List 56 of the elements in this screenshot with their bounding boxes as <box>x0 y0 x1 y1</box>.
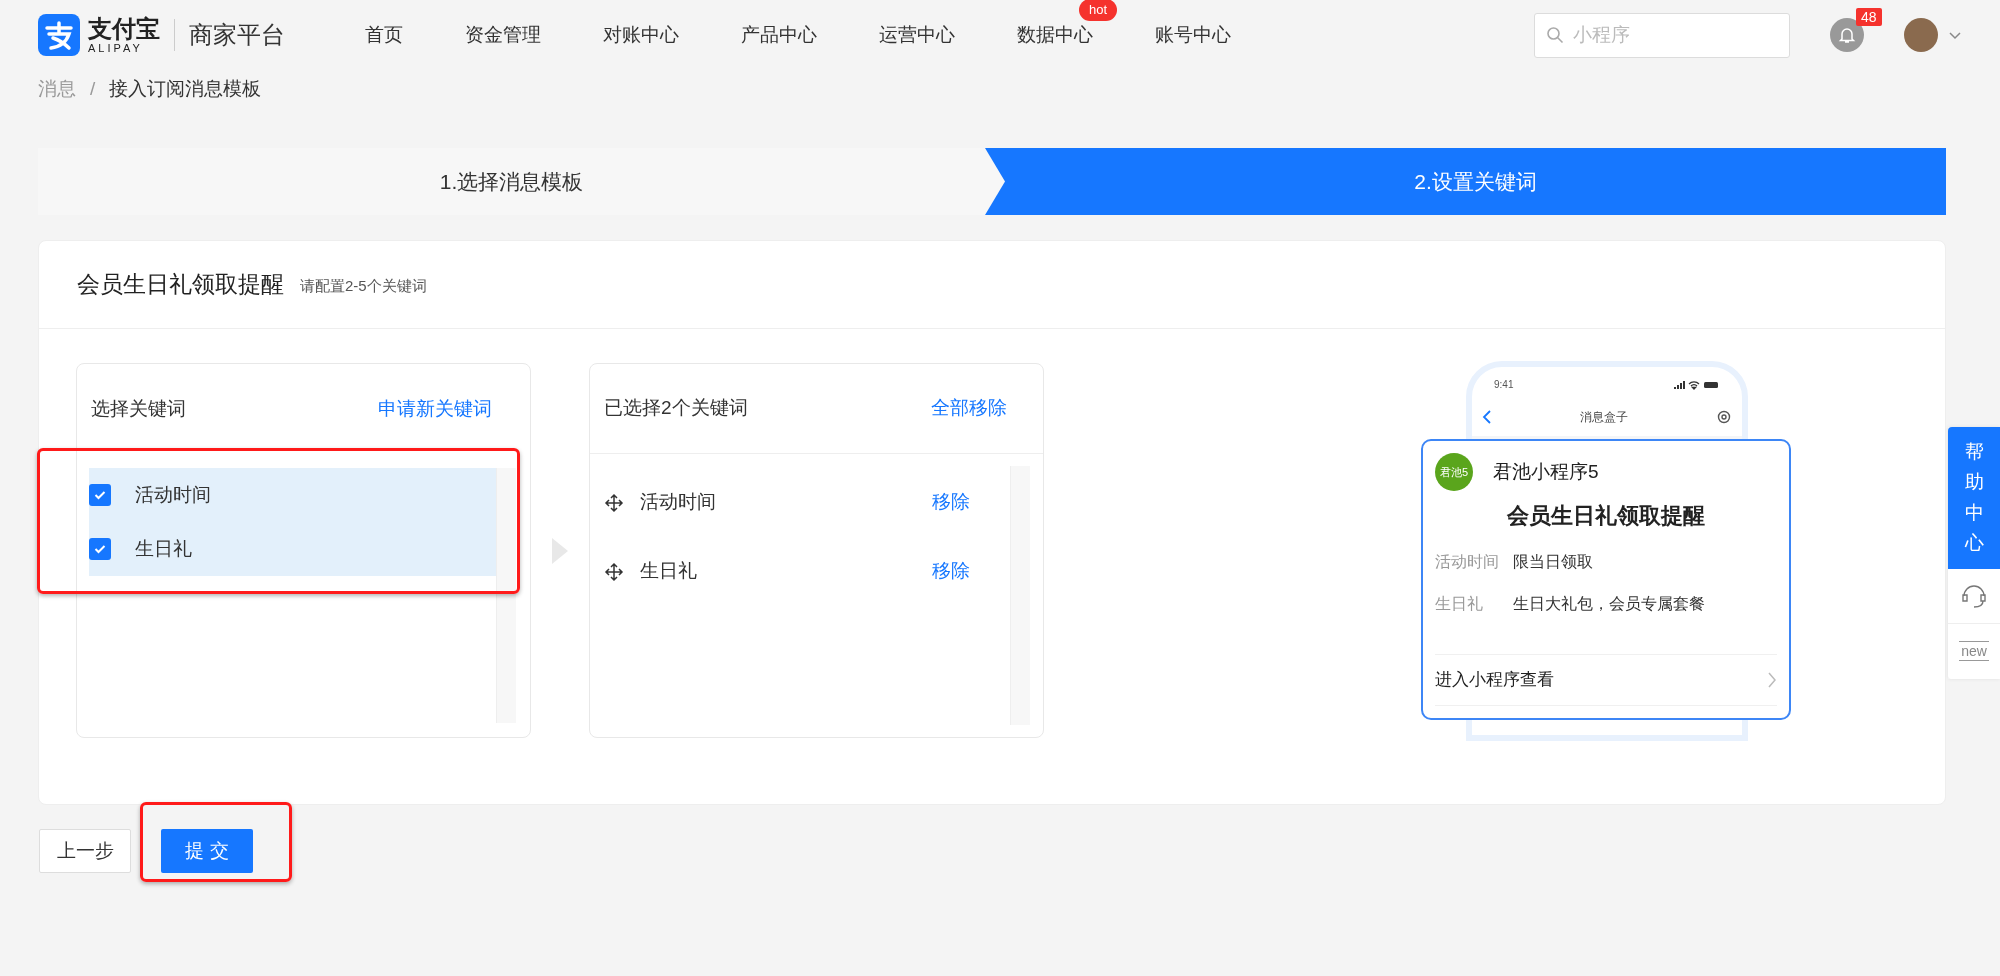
scrollbar[interactable] <box>496 468 516 723</box>
card-hint: 请配置2-5个关键词 <box>300 276 427 297</box>
headset-icon[interactable] <box>1960 582 1988 609</box>
message-title: 会员生日礼领取提醒 <box>1506 502 1706 530</box>
nav-link[interactable]: 账号中心 <box>1155 23 1231 45</box>
hot-badge: hot <box>1079 0 1118 21</box>
drag-handle-icon[interactable] <box>604 561 624 582</box>
remove-link[interactable]: 移除 <box>932 557 970 586</box>
phone-screen-title: 消息盒子 <box>1580 409 1628 426</box>
keyword-label: 生日礼 <box>640 559 697 584</box>
logo-icon <box>38 14 80 56</box>
settings-icon[interactable] <box>1716 409 1732 425</box>
brand-name: 支付宝 <box>88 16 160 41</box>
drag-handle-icon[interactable] <box>604 492 624 513</box>
nav-link[interactable]: 运营中心 <box>879 23 955 45</box>
submit-button[interactable]: 提 交 <box>161 829 253 873</box>
bell-icon <box>1838 26 1856 44</box>
brand-subtitle: ALIPAY <box>88 42 144 54</box>
field-value: 限当日领取 <box>1513 552 1593 572</box>
nav-link[interactable]: 资金管理 <box>465 23 541 45</box>
nav-link[interactable]: 数据中心 <box>1017 23 1093 45</box>
notification-count: 48 <box>1856 8 1882 26</box>
panel-title: 选择关键词 <box>91 396 186 421</box>
app-avatar: 君池5 <box>1435 453 1473 491</box>
nav-link[interactable]: 首页 <box>365 23 403 45</box>
keyword-label: 活动时间 <box>640 490 716 515</box>
checkbox[interactable] <box>89 484 111 506</box>
open-miniprogram-link[interactable]: 进入小程序查看 <box>1435 667 1554 693</box>
apply-keyword-link[interactable]: 申请新关键词 <box>378 394 492 424</box>
previous-step-button[interactable]: 上一步 <box>39 829 131 873</box>
status-time: 9:41 <box>1494 378 1514 392</box>
search-field[interactable]: 小程序 <box>1534 12 1790 58</box>
nav-link[interactable]: 对账中心 <box>603 23 679 45</box>
step-tab[interactable]: 2.设置关键词 <box>1005 148 1946 215</box>
field-label: 生日礼 <box>1435 594 1484 614</box>
remove-all-link[interactable]: 全部移除 <box>931 394 1007 423</box>
keyword-option[interactable]: 生日礼 <box>89 522 496 576</box>
chevron-right-icon <box>1767 671 1777 689</box>
back-icon[interactable] <box>1482 409 1492 425</box>
field-label: 活动时间 <box>1435 552 1500 572</box>
breadcrumb-link[interactable]: 接入订阅消息模板 <box>109 74 262 104</box>
panel-title: 已选择2个关键词 <box>604 396 748 421</box>
field-value: 生日大礼包，会员专属套餐 <box>1513 594 1705 614</box>
keyword-option[interactable]: 活动时间 <box>89 468 496 522</box>
checkbox[interactable] <box>89 538 111 560</box>
avatar[interactable] <box>1904 18 1938 52</box>
breadcrumb-separator: / <box>89 76 97 101</box>
caret-icon[interactable] <box>1948 30 1962 40</box>
status-icons <box>1674 379 1720 390</box>
search-icon <box>1546 25 1564 44</box>
help-center-tab[interactable]: 帮助中心 <box>1948 427 2000 569</box>
nav-link[interactable]: 产品中心 <box>741 23 817 45</box>
remove-link[interactable]: 移除 <box>932 488 970 517</box>
platform-name: 商家平台 <box>189 20 285 50</box>
app-name: 君池小程序5 <box>1493 459 1599 484</box>
card-title: 会员生日礼领取提醒 <box>77 270 284 300</box>
